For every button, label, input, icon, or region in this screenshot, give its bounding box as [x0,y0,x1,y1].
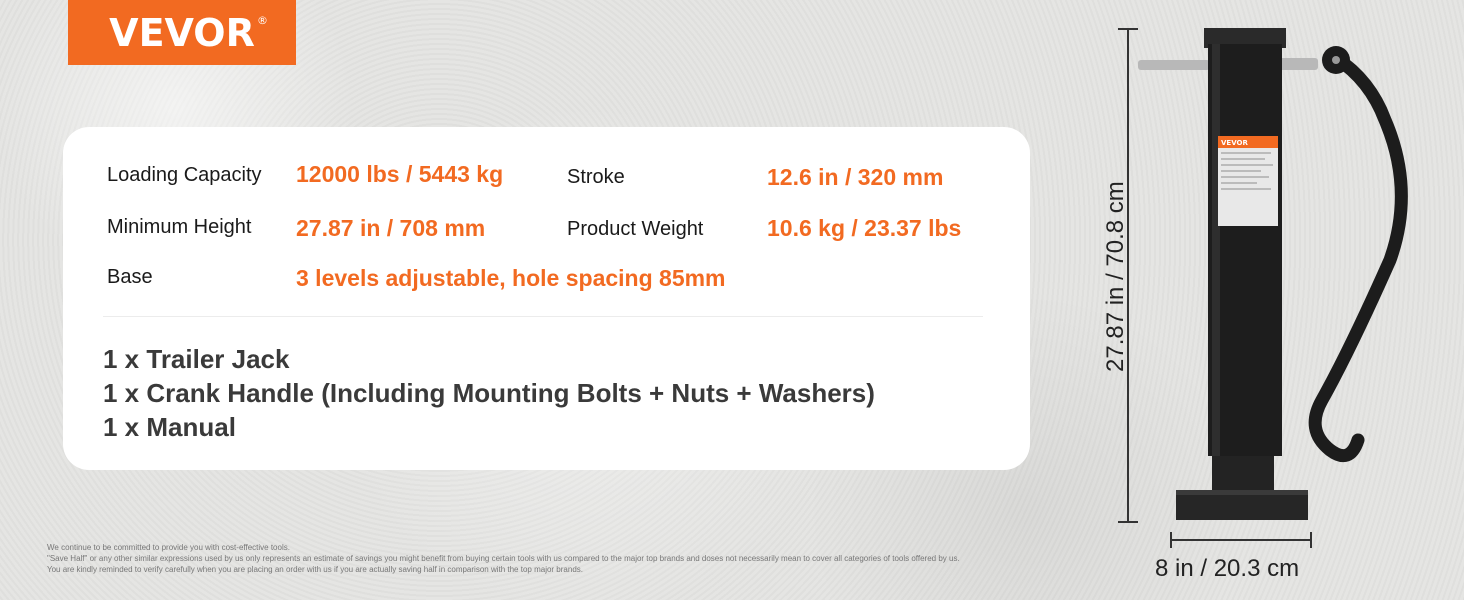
package-item: 1 x Manual [103,412,236,442]
spec-card: Loading Capacity 12000 lbs / 5443 kg Str… [63,127,1030,470]
disclaimer-line: You are kindly reminded to verify carefu… [47,565,583,574]
loading-capacity-label: Loading Capacity [107,164,262,186]
disclaimer-line: "Save Half" or any other similar express… [47,554,960,563]
base-value: 3 levels adjustable, hole spacing 85mm [296,265,726,291]
width-dimension-line [1170,532,1312,548]
loading-capacity-value: 12000 lbs / 5443 kg [296,161,504,187]
stroke-value: 12.6 in / 320 mm [767,164,944,190]
disclaimer-line: We continue to be committed to provide y… [47,543,290,552]
base-label: Base [107,266,153,288]
brand-name: VEVOR [109,10,255,55]
product-weight-value: 10.6 kg / 23.37 lbs [767,215,962,241]
trailer-jack-image: VEVOR [1138,28,1408,520]
product-label-brand: VEVOR [1221,139,1248,147]
package-item: 1 x Trailer Jack [103,344,290,374]
brand-logo: VEVOR ® [68,0,296,65]
package-item: 1 x Crank Handle (Including Mounting Bol… [103,378,875,408]
minimum-height-value: 27.87 in / 708 mm [296,215,486,241]
width-dimension-label: 8 in / 20.3 cm [1155,555,1300,582]
registered-mark: ® [257,14,268,27]
stroke-label: Stroke [567,166,625,188]
product-weight-label: Product Weight [567,218,704,240]
minimum-height-label: Minimum Height [107,216,252,238]
divider [103,316,983,317]
